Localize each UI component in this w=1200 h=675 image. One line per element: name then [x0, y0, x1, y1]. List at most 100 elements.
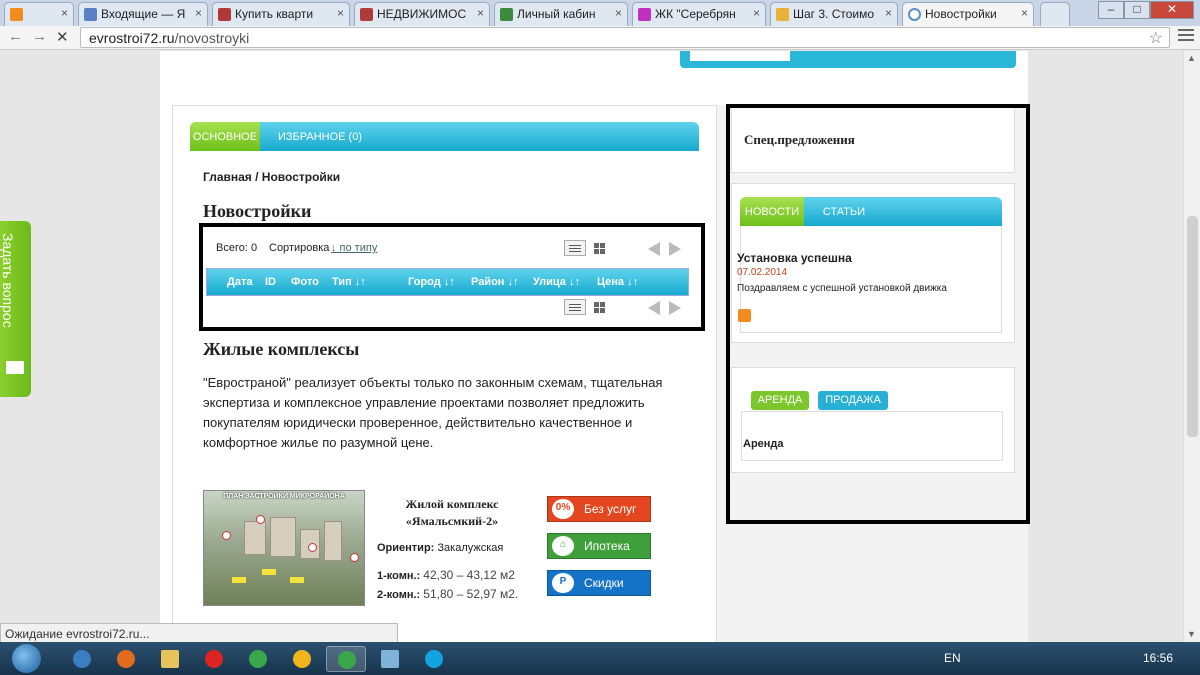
url-host: evrostroi72.ru: [89, 30, 175, 46]
loading-spinner-icon: [908, 8, 921, 21]
complex-two-room: 2-комн.: 51,80 – 52,97 м2.: [377, 587, 519, 601]
col-date[interactable]: Дата: [227, 276, 252, 288]
tab-favorites[interactable]: ИЗБРАННОЕ (0): [270, 122, 370, 151]
col-price[interactable]: Цена ↓↑: [597, 276, 638, 288]
prev-page-icon[interactable]: [648, 242, 660, 256]
complex-one-room: 1-комн.: 42,30 – 43,12 м2: [377, 568, 515, 582]
close-tab-icon[interactable]: ×: [195, 6, 202, 20]
col-type[interactable]: Тип ↓↑: [332, 276, 366, 288]
app-icon[interactable]: [282, 646, 322, 672]
col-photo[interactable]: Фото: [291, 276, 319, 288]
window-controls: – □ ✕: [1098, 0, 1194, 20]
main-content-panel: ОСНОВНОЕ ИЗБРАННОЕ (0) Главная / Новостр…: [172, 105, 717, 642]
address-bar[interactable]: evrostroi72.ru/novostroyki ☆: [80, 27, 1170, 48]
page-scrollbar[interactable]: ▲ ▼: [1183, 51, 1200, 642]
browser-tab[interactable]: Входящие — Я ×: [78, 2, 208, 26]
bookmark-star-icon[interactable]: ☆: [1149, 28, 1163, 48]
results-table-box: Всего: 0 Сортировка ↓ по типу Дата ID Фо…: [199, 223, 705, 331]
list-view-icon[interactable]: [564, 240, 586, 256]
leaf-icon: [500, 8, 513, 21]
complex-name[interactable]: Жилой комплекс «Ямальсмкий-2»: [377, 496, 527, 530]
table-header: Дата ID Фото Тип ↓↑ Город ↓↑ Район ↓↑ Ул…: [206, 268, 689, 296]
skype-icon[interactable]: [414, 646, 454, 672]
chrome-active-icon[interactable]: [326, 646, 366, 672]
col-city[interactable]: Город ↓↑: [408, 276, 455, 288]
discounts-button[interactable]: P Скидки: [547, 570, 651, 596]
browser-tab[interactable]: ×: [4, 2, 74, 26]
tab-favicon-icon: [10, 8, 23, 21]
sort-label: Сортировка: [269, 242, 330, 254]
chrome-icon[interactable]: [238, 646, 278, 672]
house-icon: [218, 8, 231, 21]
close-tab-icon[interactable]: ×: [885, 6, 892, 20]
close-tab-icon[interactable]: ×: [753, 6, 760, 20]
explorer-folder-icon[interactable]: [150, 646, 190, 672]
list-view-icon[interactable]: [564, 299, 586, 315]
prev-page-icon[interactable]: [648, 301, 660, 315]
browser-toolbar: ← → ✕ evrostroi72.ru/novostroyki ☆: [0, 26, 1200, 50]
col-id[interactable]: ID: [265, 276, 276, 288]
url-path: /novostroyki: [174, 30, 250, 46]
forward-arrow-icon[interactable]: →: [32, 28, 47, 45]
browser-status-bar: Ожидание evrostroi72.ru...: [0, 623, 398, 642]
browser-tab[interactable]: Личный кабин ×: [494, 2, 628, 26]
header-widget: [680, 51, 1016, 68]
close-tab-icon[interactable]: ×: [477, 6, 484, 20]
dollar-icon: [776, 8, 789, 21]
col-district[interactable]: Район ↓↑: [471, 276, 519, 288]
scrollbar-thumb[interactable]: [1187, 216, 1198, 437]
browser-tab[interactable]: Купить кварти ×: [212, 2, 350, 26]
scroll-up-icon[interactable]: ▲: [1187, 53, 1196, 63]
zero-percent-icon: 0%: [552, 499, 574, 519]
house-icon: ⌂: [552, 536, 574, 556]
yandex-browser-icon[interactable]: [194, 646, 234, 672]
browser-tab[interactable]: Шаг 3. Стоимо ×: [770, 2, 898, 26]
close-tab-icon[interactable]: ×: [337, 6, 344, 20]
page-title: Новостройки: [203, 201, 312, 221]
envelope-icon: [6, 361, 24, 374]
browser-tab-strip: × Входящие — Я × Купить кварти × НЕДВИЖИМО…: [0, 0, 1200, 26]
firefox-icon[interactable]: [106, 646, 146, 672]
close-tab-icon[interactable]: ×: [615, 6, 622, 20]
browser-menu-icon[interactable]: [1178, 29, 1194, 44]
scroll-down-icon[interactable]: ▼: [1187, 629, 1196, 639]
next-page-icon[interactable]: [669, 242, 681, 256]
browser-tab[interactable]: НЕДВИЖИМОС ×: [354, 2, 490, 26]
clock[interactable]: 16:56: [1143, 651, 1173, 665]
sidebar-highlight-outline: [726, 104, 1030, 524]
ask-question-tab[interactable]: Задать вопрос: [0, 221, 31, 397]
section-title: Жилые комплексы: [203, 339, 360, 359]
no-fee-button[interactable]: 0% Без услуг: [547, 496, 651, 522]
grid-view-icon[interactable]: [588, 240, 610, 256]
back-arrow-icon[interactable]: ←: [8, 28, 23, 45]
browser-tab-active[interactable]: Новостройки ×: [902, 2, 1034, 26]
browser-tab[interactable]: ЖК "Серебрян ×: [632, 2, 766, 26]
grid-view-icon[interactable]: [588, 299, 610, 315]
stop-loading-icon[interactable]: ✕: [56, 28, 69, 46]
page-viewport: ОСНОВНОЕ ИЗБРАННОЕ (0) Главная / Новостр…: [0, 51, 1200, 642]
tab-main[interactable]: ОСНОВНОЕ: [190, 122, 260, 151]
complex-plan-image[interactable]: ПЛАН ЗАСТРОЙКИ МИКРОРАЙОНА: [203, 490, 365, 606]
site-favicon-icon: [638, 8, 651, 21]
windows-taskbar: EN 16:56: [0, 642, 1200, 675]
mortgage-button[interactable]: ⌂ Ипотека: [547, 533, 651, 559]
start-button-icon[interactable]: [12, 644, 41, 673]
window-app-icon[interactable]: [370, 646, 410, 672]
complex-landmark: Ориентир: Закалужская: [377, 542, 504, 554]
intro-paragraph: "Евространой" реализует объекты только п…: [203, 375, 663, 450]
new-tab-button[interactable]: [1040, 2, 1070, 26]
plan-caption: ПЛАН ЗАСТРОЙКИ МИКРОРАЙОНА: [223, 493, 345, 500]
maximize-icon[interactable]: □: [1124, 1, 1150, 19]
next-page-icon[interactable]: [669, 301, 681, 315]
language-indicator[interactable]: EN: [944, 651, 961, 665]
page-container: ОСНОВНОЕ ИЗБРАННОЕ (0) Главная / Новостр…: [160, 51, 1030, 642]
media-player-icon[interactable]: [62, 646, 102, 672]
sort-link[interactable]: ↓ по типу: [331, 242, 377, 254]
content-tabs: ОСНОВНОЕ ИЗБРАННОЕ (0): [190, 122, 699, 151]
minimize-icon[interactable]: –: [1098, 1, 1124, 19]
col-street[interactable]: Улица ↓↑: [533, 276, 580, 288]
close-tab-icon[interactable]: ×: [61, 6, 68, 20]
close-window-icon[interactable]: ✕: [1150, 1, 1194, 19]
breadcrumb[interactable]: Главная / Новостройки: [203, 170, 340, 184]
close-tab-icon[interactable]: ×: [1021, 6, 1028, 20]
